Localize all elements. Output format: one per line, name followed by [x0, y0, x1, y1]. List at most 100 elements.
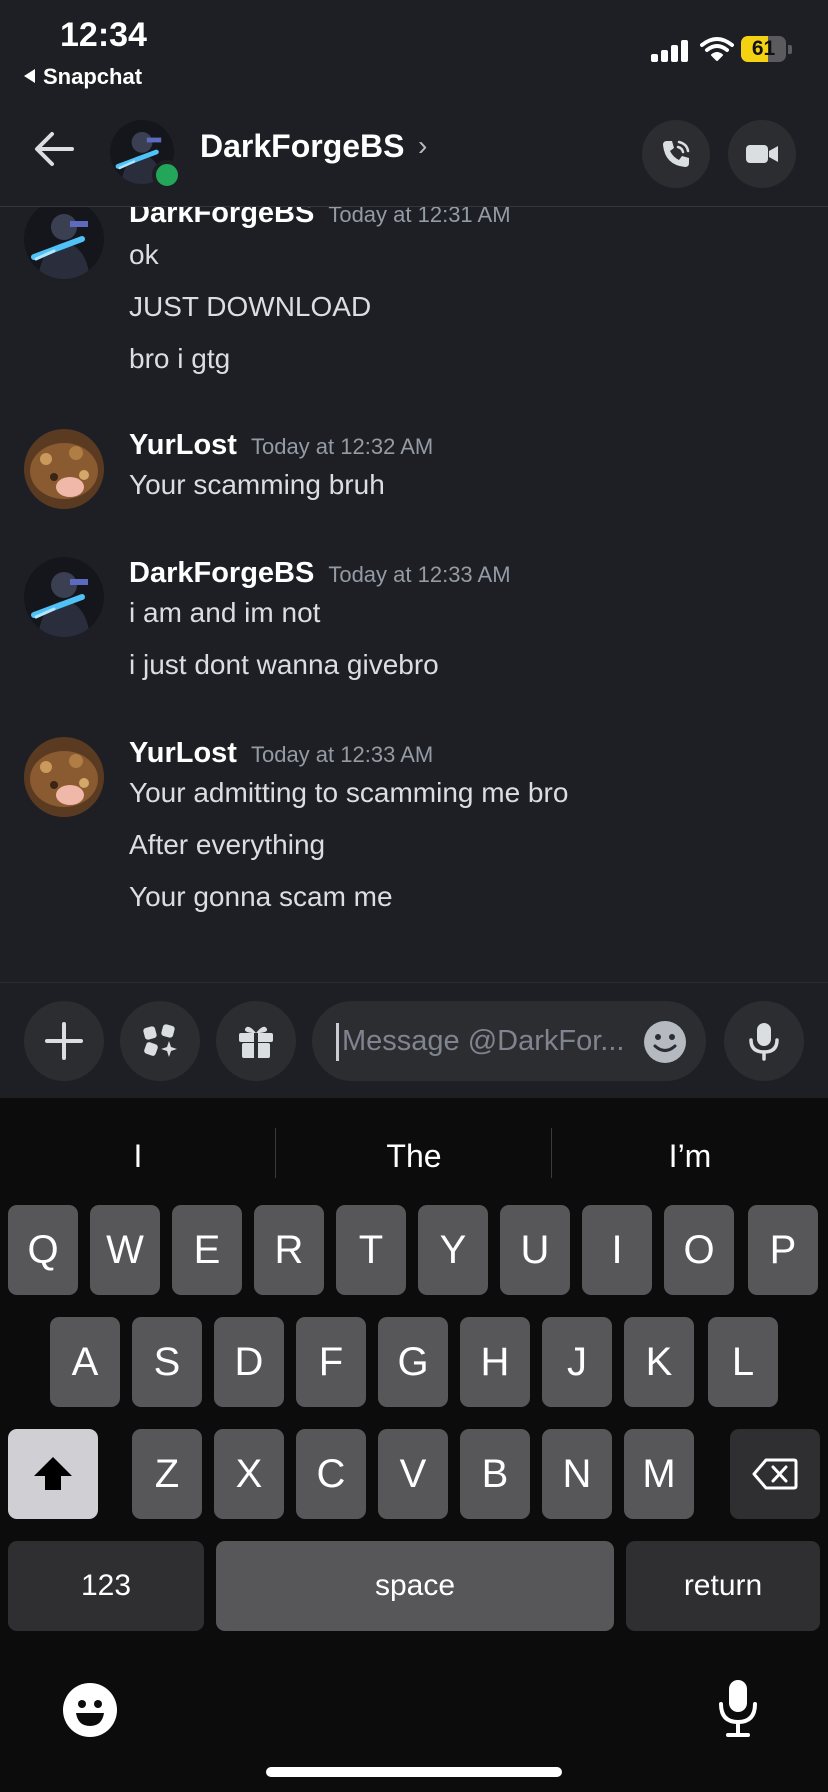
key-u[interactable]: U: [500, 1205, 570, 1295]
emoji-button[interactable]: [644, 1021, 686, 1063]
voice-call-button[interactable]: [642, 120, 710, 188]
message-input[interactable]: Message @DarkFor...: [312, 1001, 706, 1081]
message-list[interactable]: DarkForgeBS Today at 12:31 AM ok JUST DOW…: [0, 207, 828, 982]
shift-key[interactable]: [8, 1429, 98, 1519]
darkforge-avatar-image: [24, 207, 104, 279]
key-r[interactable]: R: [254, 1205, 324, 1295]
key-x[interactable]: X: [214, 1429, 284, 1519]
video-call-button[interactable]: [728, 120, 796, 188]
back-triangle-icon: [24, 69, 35, 83]
backspace-key[interactable]: [730, 1429, 820, 1519]
message-timestamp: Today at 12:32 AM: [250, 434, 434, 459]
message-author[interactable]: DarkForgeBS Today at 12:31 AM: [129, 207, 511, 230]
message-text[interactable]: JUST DOWNLOAD: [129, 291, 371, 323]
message-text[interactable]: ok: [129, 239, 159, 271]
key-g[interactable]: G: [378, 1317, 448, 1407]
suggestion-1[interactable]: I: [0, 1138, 276, 1175]
message-text[interactable]: Your scamming bruh: [129, 469, 385, 501]
chevron-right-icon[interactable]: ›: [418, 130, 427, 162]
shift-icon: [34, 1457, 72, 1490]
message-placeholder: Message @DarkFor...: [342, 1025, 625, 1057]
battery-tip: [788, 45, 792, 54]
yurlost-avatar-image: [24, 429, 104, 509]
author-name[interactable]: DarkForgeBS: [129, 207, 314, 229]
dictation-mic-icon[interactable]: [716, 1678, 760, 1738]
message-author[interactable]: DarkForgeBS Today at 12:33 AM: [129, 557, 511, 590]
message-text[interactable]: i just dont wanna givebro: [129, 649, 439, 681]
author-name[interactable]: DarkForgeBS: [129, 557, 314, 589]
key-f[interactable]: F: [296, 1317, 366, 1407]
chat-header: DarkForgeBS ›: [0, 92, 828, 207]
message-author[interactable]: YurLost Today at 12:33 AM: [129, 737, 433, 770]
message-composer: Message @DarkFor...: [0, 982, 828, 1099]
video-camera-icon: [746, 145, 778, 163]
text-caret: [336, 1023, 339, 1061]
message-text[interactable]: bro i gtg: [129, 343, 230, 375]
key-i[interactable]: I: [582, 1205, 652, 1295]
key-j[interactable]: J: [542, 1317, 612, 1407]
key-t[interactable]: T: [336, 1205, 406, 1295]
attach-plus-button[interactable]: [24, 1001, 104, 1081]
key-n[interactable]: N: [542, 1429, 612, 1519]
emoji-keyboard-icon[interactable]: [62, 1682, 118, 1738]
message-author[interactable]: YurLost Today at 12:32 AM: [129, 429, 433, 462]
key-c[interactable]: C: [296, 1429, 366, 1519]
message-timestamp: Today at 12:33 AM: [250, 742, 434, 767]
message-text[interactable]: After everything: [129, 829, 325, 861]
key-o[interactable]: O: [664, 1205, 734, 1295]
key-p[interactable]: P: [748, 1205, 818, 1295]
status-bar: 12:34 Snapchat 61: [0, 0, 828, 92]
key-s[interactable]: S: [132, 1317, 202, 1407]
avatar[interactable]: [24, 207, 104, 279]
avatar[interactable]: [24, 557, 104, 637]
apps-button[interactable]: [120, 1001, 200, 1081]
key-a[interactable]: A: [50, 1317, 120, 1407]
space-key[interactable]: space: [216, 1541, 614, 1631]
suggestion-2[interactable]: The: [276, 1138, 552, 1175]
voice-message-button[interactable]: [724, 1001, 804, 1081]
emoji-icon: [653, 1034, 677, 1052]
message-text[interactable]: Your admitting to scamming me bro: [129, 777, 568, 809]
suggestion-3[interactable]: I’m: [552, 1138, 828, 1175]
microphone-icon: [749, 1023, 779, 1061]
avatar[interactable]: [24, 429, 104, 509]
gift-icon: [239, 1026, 273, 1058]
home-indicator[interactable]: [266, 1767, 562, 1777]
numbers-key[interactable]: 123: [8, 1541, 204, 1631]
key-y[interactable]: Y: [418, 1205, 488, 1295]
message-text[interactable]: i am and im not: [129, 597, 320, 629]
key-v[interactable]: V: [378, 1429, 448, 1519]
battery-percent: 61: [751, 37, 776, 60]
key-e[interactable]: E: [172, 1205, 242, 1295]
return-key[interactable]: return: [626, 1541, 820, 1631]
ios-keyboard: I The I’m Q W E R T Y U I O P A S D F G …: [0, 1098, 828, 1792]
wifi-icon: [700, 37, 734, 61]
back-app-label: Snapchat: [43, 64, 143, 89]
battery-indicator: 61: [741, 36, 786, 62]
avatar[interactable]: [24, 737, 104, 817]
apps-icon: [143, 1024, 177, 1057]
backspace-icon: [752, 1458, 798, 1490]
key-q[interactable]: Q: [8, 1205, 78, 1295]
yurlost-avatar-image: [24, 737, 104, 817]
back-to-app-link[interactable]: Snapchat: [24, 64, 142, 90]
gift-button[interactable]: [216, 1001, 296, 1081]
key-m[interactable]: M: [624, 1429, 694, 1519]
key-k[interactable]: K: [624, 1317, 694, 1407]
chat-title[interactable]: DarkForgeBS: [200, 128, 405, 165]
key-d[interactable]: D: [214, 1317, 284, 1407]
message-text[interactable]: Your gonna scam me: [129, 881, 393, 913]
plus-icon: [45, 1022, 83, 1060]
key-b[interactable]: B: [460, 1429, 530, 1519]
key-h[interactable]: H: [460, 1317, 530, 1407]
status-time: 12:34: [60, 16, 147, 54]
author-name[interactable]: YurLost: [129, 737, 237, 769]
back-arrow-icon[interactable]: [32, 130, 76, 168]
key-z[interactable]: Z: [132, 1429, 202, 1519]
key-l[interactable]: L: [708, 1317, 778, 1407]
message-timestamp: Today at 12:31 AM: [328, 207, 511, 227]
author-name[interactable]: YurLost: [129, 429, 237, 461]
darkforge-avatar-image: [24, 557, 104, 637]
key-w[interactable]: W: [90, 1205, 160, 1295]
message-timestamp: Today at 12:33 AM: [328, 562, 511, 587]
